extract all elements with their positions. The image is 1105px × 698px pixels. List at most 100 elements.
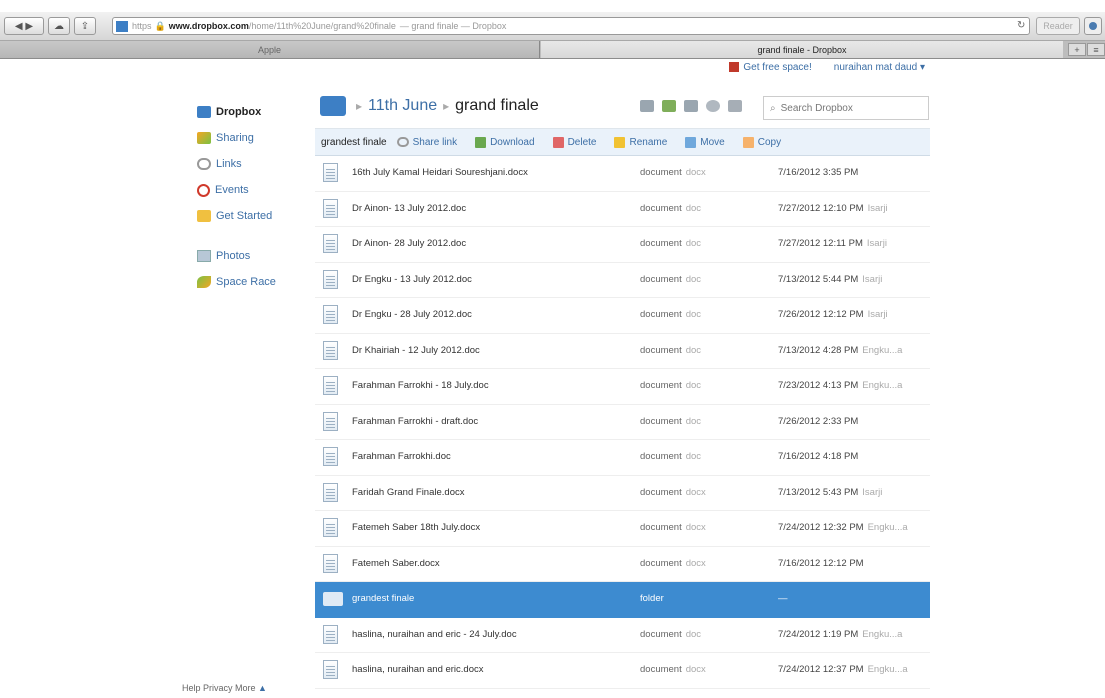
dropbox-logo-icon[interactable] [320, 96, 346, 116]
share-link-button[interactable]: Share link [396, 137, 457, 148]
copy-button[interactable]: Copy [742, 136, 781, 148]
file-modified: 7/16/2012 12:12 PM [778, 558, 868, 569]
new-tab-button[interactable]: + [1068, 43, 1086, 56]
file-kind: document doc [640, 451, 701, 462]
file-list: 16th July Kamal Heidari Soureshjani.docx… [315, 156, 930, 689]
events-icon [197, 183, 210, 197]
url-title: — grand finale — Dropbox [399, 21, 507, 31]
address-bar[interactable]: https 🔒 www.dropbox.com /home/11th%20Jun… [112, 17, 1030, 35]
file-name[interactable]: Farahman Farrokhi - 18 July.doc [352, 380, 489, 391]
file-name[interactable]: 16th July Kamal Heidari Soureshjani.docx [352, 167, 528, 178]
modified-date: 7/13/2012 5:43 PM [778, 486, 859, 498]
table-row[interactable]: 16th July Kamal Heidari Soureshjani.docx… [315, 156, 930, 192]
file-kind-label: document [640, 664, 682, 675]
file-name[interactable]: Faridah Grand Finale.docx [352, 487, 464, 498]
file-kind: document docx [640, 558, 706, 569]
user-menu[interactable]: nuraihan mat daud ▾ [834, 62, 925, 73]
folder-tools [640, 100, 742, 112]
back-forward-buttons[interactable]: ◀ ▶ [4, 17, 44, 35]
url-scheme: https [132, 21, 152, 31]
forward-icon[interactable]: ▶ [25, 21, 33, 32]
modified-date: 7/27/2012 12:10 PM [778, 202, 864, 214]
shared-folder-icon[interactable] [684, 100, 698, 112]
tab-apple[interactable]: Apple [0, 41, 540, 58]
share-page-button[interactable]: ⇪ [74, 17, 96, 35]
modified-date: 7/13/2012 4:28 PM [778, 344, 859, 356]
table-row[interactable]: Farahman Farrokhi - draft.doc document doc… [315, 405, 930, 440]
sidebar-item-space-race[interactable]: Space Race [197, 269, 307, 295]
file-name[interactable]: Farahman Farrokhi.doc [352, 451, 451, 462]
table-row[interactable]: Fatemeh Saber 18th July.docx document docx… [315, 511, 930, 547]
table-row[interactable]: Farahman Farrokhi.doc document doc 7/16/201… [315, 440, 930, 476]
file-name[interactable]: grandest finale [352, 593, 414, 604]
modified-date: — [778, 593, 788, 604]
document-icon [323, 624, 338, 644]
file-extension: docx [685, 167, 706, 178]
file-name[interactable]: haslina, nuraihan and eric.docx [352, 664, 484, 675]
file-kind-label: document [640, 167, 682, 178]
file-name[interactable]: Farahman Farrokhi - draft.doc [352, 416, 478, 427]
delete-button[interactable]: Delete [552, 136, 596, 148]
table-row[interactable]: Dr Engku - 13 July 2012.doc document doc 7/… [315, 263, 930, 298]
get-link-icon[interactable] [706, 100, 720, 112]
get-free-space-link[interactable]: Get free space! [729, 62, 812, 73]
search-box[interactable]: ⌕ Search Dropbox [763, 96, 929, 120]
links-icon [197, 158, 211, 170]
file-name[interactable]: haslina, nuraihan and eric - 24 July.doc [352, 629, 517, 640]
icloud-button[interactable]: ☁ [48, 17, 70, 35]
chevron-down-icon: ▾ [919, 62, 925, 73]
file-name[interactable]: Fatemeh Saber 18th July.docx [352, 522, 480, 533]
reload-icon[interactable]: ↻ [1017, 20, 1025, 31]
file-kind-label: document [640, 628, 682, 640]
table-row[interactable]: grandest finale folder — [315, 582, 930, 618]
file-modified: 7/23/2012 4:13 PM Engku...a [778, 380, 902, 391]
back-icon[interactable]: ◀ [15, 21, 23, 32]
downloads-button[interactable] [1084, 17, 1102, 35]
modified-date: 7/16/2012 3:35 PM [778, 167, 859, 178]
modified-by: Isarji [867, 309, 888, 320]
file-name[interactable]: Dr Khairiah - 12 July 2012.doc [352, 345, 480, 356]
download-button[interactable]: Download [475, 136, 535, 148]
table-row[interactable]: Faridah Grand Finale.docx document docx 7/1… [315, 476, 930, 511]
file-modified: 7/27/2012 12:11 PM Isarji [778, 238, 887, 249]
file-name[interactable]: Dr Ainon- 28 July 2012.doc [352, 238, 466, 249]
tab-label: Apple [257, 44, 282, 55]
file-name[interactable]: Dr Engku - 28 July 2012.doc [352, 309, 472, 320]
rename-button[interactable]: Rename [614, 136, 667, 148]
new-folder-icon[interactable] [662, 100, 676, 112]
sidebar-item-dropbox[interactable]: Dropbox [197, 99, 307, 125]
table-row[interactable]: haslina, nuraihan and eric - 24 July.doc… [315, 618, 930, 653]
sidebar-item-links[interactable]: Links [197, 151, 307, 177]
deleted-files-icon[interactable] [728, 100, 742, 112]
search-icon: ⌕ [770, 102, 776, 114]
table-row[interactable]: haslina, nuraihan and eric.docx document d… [315, 653, 930, 689]
file-name[interactable]: Fatemeh Saber.docx [352, 558, 440, 569]
action-bar: grandest finale Share link Download Dele… [315, 128, 930, 156]
modified-date: 7/24/2012 12:37 PM [778, 664, 864, 675]
sidebar-item-events[interactable]: Events [197, 177, 307, 203]
sidebar-item-sharing[interactable]: Sharing [197, 125, 307, 151]
reader-button[interactable]: Reader [1036, 17, 1080, 35]
copy-icon [742, 136, 754, 148]
downloads-icon [1089, 22, 1097, 30]
footer-links[interactable]: Help Privacy More ▲ [182, 683, 267, 693]
document-icon [323, 305, 338, 324]
breadcrumb-parent[interactable]: 11th June [368, 97, 437, 115]
table-row[interactable]: Dr Khairiah - 12 July 2012.doc document do… [315, 334, 930, 369]
table-row[interactable]: Farahman Farrokhi - 18 July.doc document d… [315, 369, 930, 405]
tab-dropbox[interactable]: grand finale - Dropbox [541, 41, 1063, 58]
upload-icon[interactable] [640, 100, 654, 112]
tab-overview-button[interactable]: ≡ [1087, 43, 1105, 56]
file-name[interactable]: Dr Engku - 13 July 2012.doc [352, 274, 472, 285]
sidebar-item-get-started[interactable]: Get Started [197, 203, 307, 229]
table-row[interactable]: Dr Ainon- 13 July 2012.doc document doc 7/2… [315, 192, 930, 227]
file-extension: doc [685, 273, 702, 285]
table-row[interactable]: Dr Ainon- 28 July 2012.doc document doc 7/2… [315, 227, 930, 263]
file-name[interactable]: Dr Ainon- 13 July 2012.doc [352, 203, 466, 214]
search-input[interactable]: Search Dropbox [781, 103, 853, 114]
sidebar-item-photos[interactable]: Photos [197, 243, 307, 269]
move-button[interactable]: Move [685, 136, 725, 148]
table-row[interactable]: Dr Engku - 28 July 2012.doc document doc 7/… [315, 298, 930, 334]
table-row[interactable]: Fatemeh Saber.docx document docx 7/16/2012 … [315, 547, 930, 582]
file-kind-label: document [640, 344, 682, 356]
